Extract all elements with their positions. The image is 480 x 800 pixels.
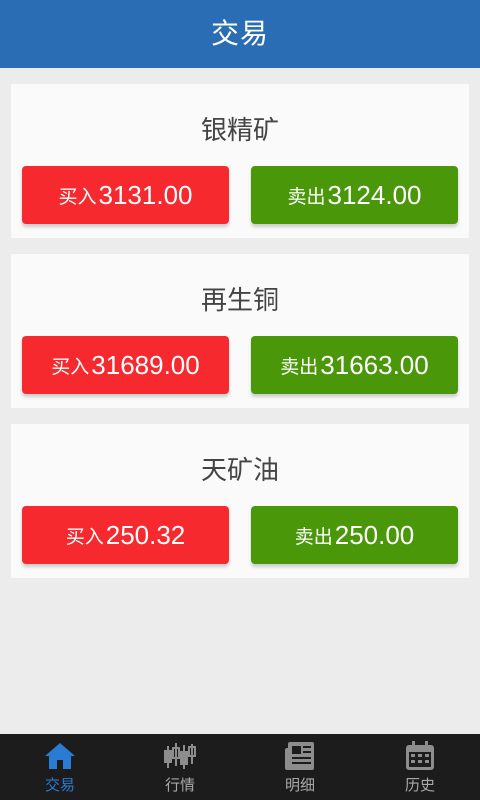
page-title: 交易 xyxy=(210,17,269,50)
bottom-tab-bar: 交易 行情 明细 历史 xyxy=(0,734,480,800)
buy-price: 250.32 xyxy=(105,519,186,550)
sell-price: 250.00 xyxy=(334,519,415,550)
sell-button[interactable]: 卖出 250.00 xyxy=(251,506,458,564)
candlestick-icon xyxy=(164,743,196,769)
calendar-icon xyxy=(406,741,434,770)
tab-label: 交易 xyxy=(44,776,75,794)
product-card-oil: 天矿油 买入 250.32 卖出 250.00 xyxy=(11,424,469,578)
buy-button[interactable]: 买入 3131.00 xyxy=(22,166,229,224)
buy-button[interactable]: 买入 250.32 xyxy=(22,506,229,564)
product-list: 银精矿 买入 3131.00 卖出 3124.00 再生铜 买入 31689.0… xyxy=(0,68,480,578)
home-icon xyxy=(45,743,75,769)
buy-price: 31689.00 xyxy=(91,349,200,380)
sell-price: 31663.00 xyxy=(320,349,429,380)
tab-history[interactable]: 历史 xyxy=(360,734,480,800)
tab-label: 明细 xyxy=(284,776,315,794)
buy-label: 买入 xyxy=(65,525,104,548)
buy-button[interactable]: 买入 31689.00 xyxy=(22,336,229,394)
buy-price: 3131.00 xyxy=(98,179,193,210)
sell-label: 卖出 xyxy=(294,525,333,548)
buy-label: 买入 xyxy=(58,185,97,208)
tab-details[interactable]: 明细 xyxy=(240,734,360,800)
newspaper-icon xyxy=(285,742,314,770)
buy-label: 买入 xyxy=(51,355,90,378)
sell-button[interactable]: 卖出 31663.00 xyxy=(251,336,458,394)
product-card-silver: 银精矿 买入 3131.00 卖出 3124.00 xyxy=(11,84,469,238)
product-name: 天矿油 xyxy=(200,456,279,486)
sell-button[interactable]: 卖出 3124.00 xyxy=(251,166,458,224)
sell-label: 卖出 xyxy=(287,185,326,208)
tab-market[interactable]: 行情 xyxy=(120,734,240,800)
product-name: 再生铜 xyxy=(200,286,279,316)
tab-trade[interactable]: 交易 xyxy=(0,734,120,800)
sell-label: 卖出 xyxy=(280,355,319,378)
tab-label: 行情 xyxy=(164,776,195,794)
product-card-copper: 再生铜 买入 31689.00 卖出 31663.00 xyxy=(11,254,469,408)
header-bar: 交易 xyxy=(0,0,480,68)
sell-price: 3124.00 xyxy=(327,179,422,210)
product-name: 银精矿 xyxy=(200,116,279,146)
tab-label: 历史 xyxy=(404,776,435,794)
